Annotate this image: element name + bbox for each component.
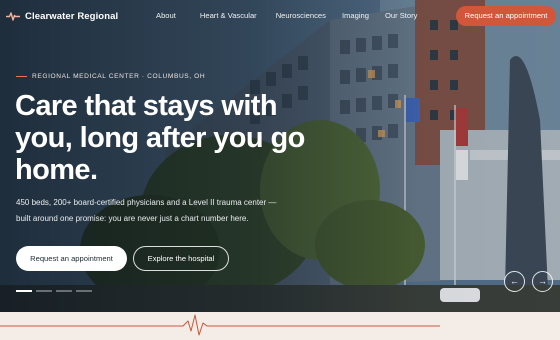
nav-appointment-button[interactable]: Request an appointment bbox=[456, 6, 556, 26]
hero-section: Clearwater Regional About Heart & Vascul… bbox=[0, 0, 560, 312]
arrow-left-icon: ← bbox=[510, 276, 519, 286]
next-slide-button[interactable]: → bbox=[532, 271, 553, 292]
previous-slide-button[interactable]: ← bbox=[504, 271, 525, 292]
brand-logo[interactable]: Clearwater Regional bbox=[6, 9, 118, 23]
hero-eyebrow: REGIONAL MEDICAL CENTER · COLUMBUS, OH bbox=[16, 73, 205, 80]
hero-headline: Care that stays with you, long after you… bbox=[15, 90, 305, 186]
slide-indicators bbox=[16, 290, 92, 292]
top-nav: Clearwater Regional About Heart & Vascul… bbox=[0, 0, 560, 32]
nav-link-about[interactable]: About bbox=[156, 11, 176, 20]
heartbeat-icon bbox=[6, 12, 20, 21]
eyebrow-text: REGIONAL MEDICAL CENTER · COLUMBUS, OH bbox=[32, 73, 206, 80]
brand-name: Clearwater Regional bbox=[25, 10, 119, 22]
eyebrow-rule bbox=[16, 76, 27, 77]
slide-dot-3[interactable] bbox=[56, 290, 72, 292]
slide-dot-4[interactable] bbox=[76, 290, 92, 292]
slide-dot-1[interactable] bbox=[16, 290, 32, 292]
heartbeat-line-icon bbox=[0, 314, 440, 336]
nav-link-heart-vascular[interactable]: Heart & Vascular bbox=[200, 11, 257, 20]
pulse-divider bbox=[0, 312, 560, 340]
explore-hospital-button[interactable]: Explore the hospital bbox=[133, 246, 229, 271]
nav-link-imaging[interactable]: Imaging bbox=[342, 11, 369, 20]
nav-links: About Heart & Vascular Neurosciences Ima… bbox=[156, 11, 417, 20]
slide-dot-2[interactable] bbox=[36, 290, 52, 292]
nav-link-neurosciences[interactable]: Neurosciences bbox=[276, 11, 326, 20]
hero-subcopy: 450 beds, 200+ board-certified physician… bbox=[16, 198, 277, 223]
request-appointment-button[interactable]: Request an appointment bbox=[16, 246, 127, 271]
arrow-right-icon: → bbox=[538, 276, 547, 286]
nav-link-our-story[interactable]: Our Story bbox=[385, 11, 418, 20]
